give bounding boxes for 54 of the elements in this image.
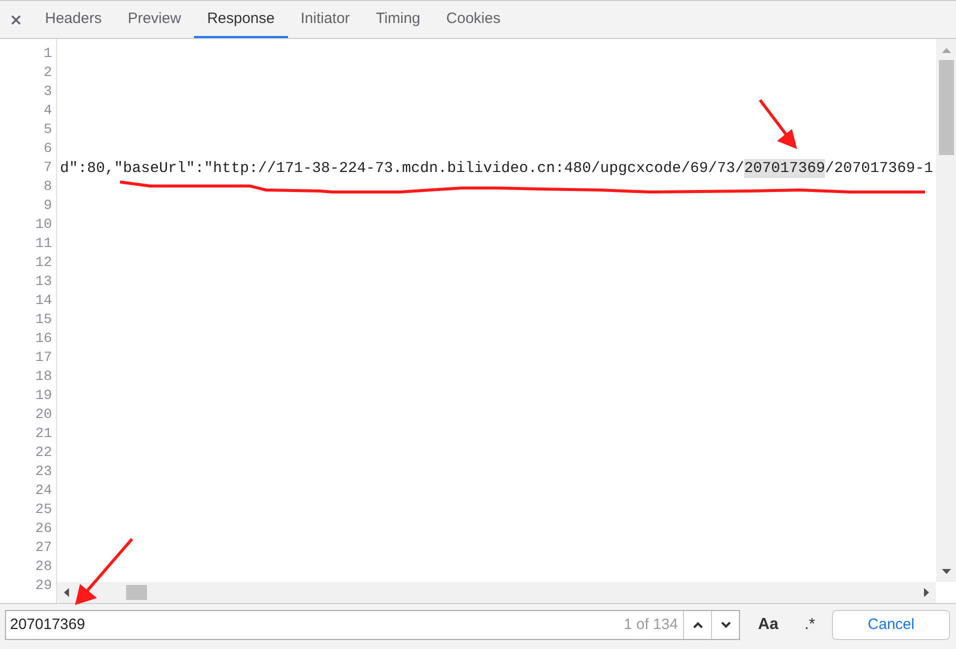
scrollbar-thumb[interactable] bbox=[938, 60, 954, 155]
chevron-down-icon bbox=[720, 622, 730, 628]
line-number: 15 bbox=[35, 311, 52, 330]
cancel-button[interactable]: Cancel bbox=[832, 610, 950, 640]
tab[interactable]: Preview bbox=[114, 1, 194, 38]
line-number: 5 bbox=[44, 121, 52, 140]
line-number: 2 bbox=[44, 64, 52, 83]
tab[interactable]: Cookies bbox=[433, 1, 514, 38]
line-number: 28 bbox=[35, 558, 52, 577]
scrollbar-thumb[interactable] bbox=[126, 585, 147, 600]
line-number: 27 bbox=[35, 539, 52, 558]
line-number: 24 bbox=[35, 482, 52, 501]
line-number: 14 bbox=[35, 292, 52, 311]
line-number: 16 bbox=[35, 330, 52, 349]
line-number: 8 bbox=[44, 178, 52, 197]
line-number: 12 bbox=[35, 254, 52, 273]
line-number: 25 bbox=[35, 501, 52, 520]
match-count: 1 of 134 bbox=[624, 614, 679, 635]
line-number: 20 bbox=[35, 406, 52, 425]
line-number: 10 bbox=[35, 216, 52, 235]
line-number: 9 bbox=[44, 197, 52, 216]
search-field[interactable]: 207017369 bbox=[6, 611, 624, 639]
line-number: 21 bbox=[35, 425, 52, 444]
line-number: 17 bbox=[35, 349, 52, 368]
tab[interactable]: Initiator bbox=[288, 1, 363, 38]
line-number: 26 bbox=[35, 520, 52, 539]
line-number: 6 bbox=[44, 140, 52, 159]
line-number: 4 bbox=[44, 102, 52, 121]
line-number: 3 bbox=[44, 83, 52, 102]
match-case-button[interactable]: Aa bbox=[756, 613, 780, 637]
search-match-highlight: 207017369 bbox=[744, 159, 826, 178]
line-number: 11 bbox=[35, 235, 52, 254]
line-number: 29 bbox=[35, 577, 52, 596]
scroll-left-icon[interactable] bbox=[64, 588, 69, 597]
arrow-annotation bbox=[758, 99, 797, 149]
arrow-annotation bbox=[75, 538, 134, 605]
tab[interactable]: Response bbox=[194, 1, 288, 38]
search-box[interactable]: 207017369 1 of 134 bbox=[5, 610, 740, 640]
code-text: /207017369-1 bbox=[825, 159, 934, 178]
line-number: 22 bbox=[35, 444, 52, 463]
scroll-down-icon[interactable] bbox=[942, 569, 950, 574]
regex-button[interactable]: .* bbox=[802, 613, 818, 637]
code-text: d":80,"baseUrl":"http://171-38-224-73.mcdn.bilivideo.cn:480/upgcxcode/69/73/ bbox=[60, 159, 744, 178]
tab[interactable]: Headers bbox=[32, 1, 115, 38]
line-number: 1 bbox=[44, 45, 52, 64]
scroll-right-icon[interactable] bbox=[924, 588, 929, 597]
tab[interactable]: Timing bbox=[362, 1, 434, 38]
line-number: 18 bbox=[35, 368, 52, 387]
chevron-up-icon bbox=[692, 622, 702, 628]
line-number: 23 bbox=[35, 463, 52, 482]
line-number: 7 bbox=[44, 159, 52, 178]
line-number: 13 bbox=[35, 273, 52, 292]
close-icon bbox=[11, 14, 21, 24]
line-number: 19 bbox=[35, 387, 52, 406]
